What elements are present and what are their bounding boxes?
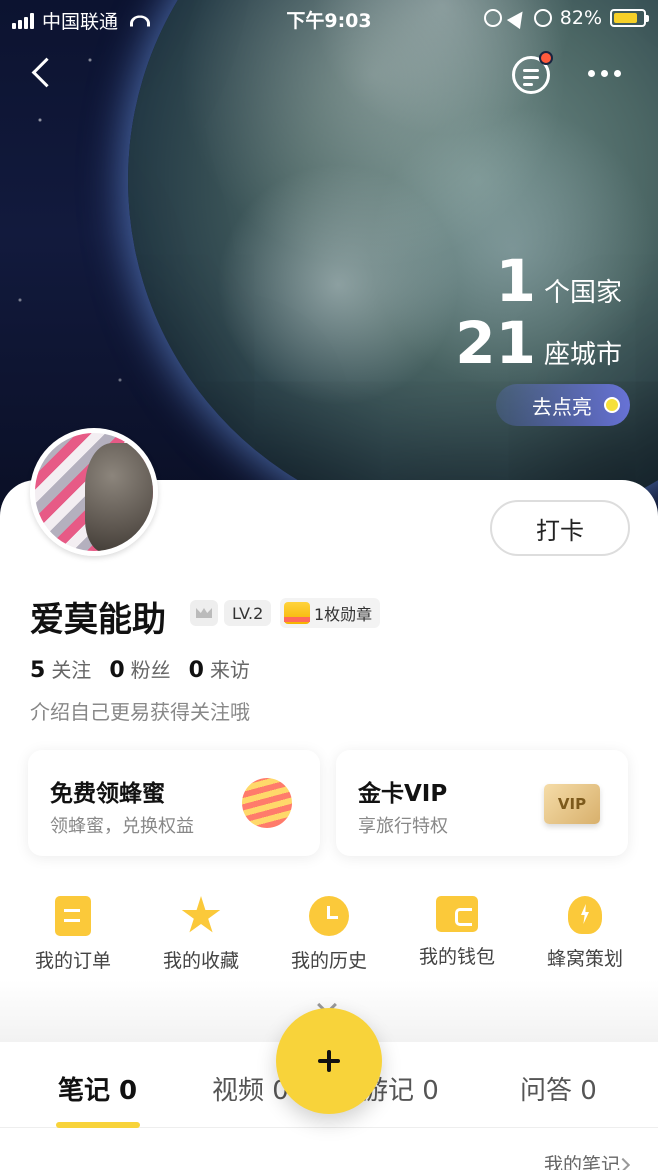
cities-count: 21 [455, 309, 536, 377]
honey-promo-title: 免费领蜂蜜 [50, 781, 165, 807]
bio-text[interactable]: 介绍自己更易获得关注哦 [30, 696, 250, 725]
orientation-lock-icon [483, 9, 502, 27]
battery-percent: 82% [559, 7, 602, 29]
more-dot [601, 70, 608, 77]
following-label: 关注 [51, 658, 92, 682]
cat-photo [85, 443, 153, 551]
quick-link-favorites[interactable]: 我的收藏 [146, 896, 256, 973]
vip-card-icon: VIP [544, 784, 600, 824]
cities-unit: 座城市 [543, 340, 622, 370]
my-notes-link[interactable]: 我的笔记 [544, 1150, 620, 1170]
cities-stat: 21 座城市 [455, 314, 622, 372]
message-line [523, 83, 533, 86]
honey-promo-subtitle: 领蜂蜜，兑换权益 [50, 816, 194, 837]
profile-screen: 中国联通 下午9:03 82% 1 个国家 21 座城市 去点亮 打卡 爱莫能助… [0, 0, 658, 1170]
username: 爱莫能助 [30, 600, 166, 640]
add-post-button[interactable] [276, 1008, 382, 1114]
unread-dot [539, 51, 553, 65]
bulb-icon [568, 896, 602, 934]
wallet-icon [436, 896, 478, 932]
back-button[interactable] [26, 54, 62, 94]
light-up-label: 去点亮 [532, 394, 592, 419]
tab-notes[interactable]: 笔记 0 [58, 1070, 137, 1107]
followers-stat[interactable]: 0 粉丝 [109, 654, 170, 683]
honey-promo-card[interactable]: 免费领蜂蜜 领蜂蜜，兑换权益 [28, 750, 320, 856]
quick-link-history[interactable]: 我的历史 [274, 896, 384, 973]
status-bar: 中国联通 下午9:03 82% [0, 0, 658, 38]
avatar[interactable] [30, 428, 158, 556]
tab-qa[interactable]: 问答 0 [520, 1070, 597, 1107]
countries-count: 1 [495, 247, 536, 315]
vip-promo-card[interactable]: 金卡VIP 享旅行特权 VIP [336, 750, 628, 856]
more-dot [588, 70, 595, 77]
quick-link-label: 我的历史 [290, 950, 367, 972]
vip-promo-title: 金卡VIP [358, 781, 448, 807]
medal-badge[interactable]: 1枚勋章 [280, 598, 381, 628]
quick-link-label: 蜂窝策划 [546, 948, 623, 970]
order-icon [55, 896, 91, 936]
status-right: 82% [483, 6, 649, 30]
clock-icon [309, 896, 349, 936]
checkin-button[interactable]: 打卡 [490, 500, 630, 556]
alarm-icon [533, 9, 552, 27]
vip-promo-subtitle: 享旅行特权 [358, 816, 448, 837]
message-line [523, 69, 539, 72]
quick-link-label: 我的钱包 [418, 946, 495, 968]
visitors-stat[interactable]: 0 来访 [189, 654, 250, 683]
followers-label: 粉丝 [130, 658, 171, 682]
medal-icon [284, 602, 310, 624]
visitors-label: 来访 [209, 658, 250, 682]
honey-jar-icon [236, 772, 298, 834]
following-count: 5 [30, 658, 46, 683]
medal-count: 1枚勋章 [314, 605, 373, 624]
visitors-count: 0 [188, 658, 204, 683]
battery-icon [610, 9, 649, 27]
more-button[interactable] [588, 70, 621, 77]
level-badge[interactable]: LV.2 [224, 600, 272, 626]
quick-link-label: 我的订单 [34, 950, 111, 972]
crown-icon[interactable] [190, 600, 218, 626]
active-tab-indicator [56, 1122, 140, 1128]
message-button[interactable] [512, 51, 553, 94]
star-icon [181, 896, 221, 933]
followers-count: 0 [109, 658, 125, 683]
quick-link-label: 我的收藏 [162, 950, 239, 972]
more-dot [614, 70, 621, 77]
quick-link-orders[interactable]: 我的订单 [18, 896, 128, 973]
quick-link-planning[interactable]: 蜂窝策划 [530, 896, 640, 971]
light-dot-icon [604, 397, 620, 413]
countries-stat: 1 个国家 [496, 252, 622, 310]
countries-unit: 个国家 [543, 278, 622, 308]
battery-level-fill [614, 13, 637, 23]
follow-stats: 5 关注 0 粉丝 0 来访 [30, 654, 250, 683]
message-line [523, 76, 539, 79]
location-icon [506, 6, 529, 30]
quick-link-wallet[interactable]: 我的钱包 [402, 896, 512, 969]
following-stat[interactable]: 5 关注 [30, 654, 91, 683]
light-up-button[interactable]: 去点亮 [496, 384, 630, 426]
